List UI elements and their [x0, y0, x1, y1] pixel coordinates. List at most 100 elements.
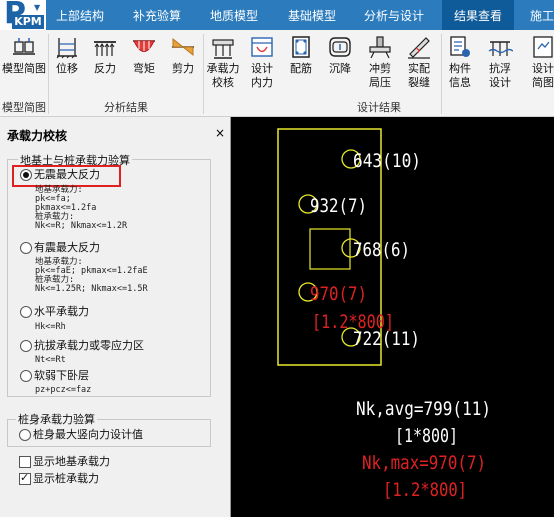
app-window: P KPM ▼ 上部结构 补充验算 地质模型 基础模型 分析与设计 结果查看 施…	[0, 0, 554, 517]
shear-button[interactable]: 剪力	[168, 34, 198, 76]
model-sketch-label: 模型简图	[2, 62, 46, 75]
bearing-check-text: 承载力 校核	[206, 62, 240, 89]
model-sketch-button[interactable]: 模型简图	[2, 34, 46, 76]
reaction-icon	[94, 41, 116, 56]
radio-button[interactable]	[19, 429, 31, 441]
formula-block: 地基承载力: pk<=faE; pkmax<=1.2faE 桩承载力: Nk<=…	[35, 258, 148, 294]
tab-geology-model[interactable]: 地质模型	[210, 0, 258, 30]
displacement-label: 位移	[56, 62, 78, 75]
anti-float-button[interactable]: 抗浮 设计	[484, 34, 516, 90]
option-label: 抗拔承载力或零应力区	[34, 339, 144, 352]
bearing-check-button[interactable]: 承载力 校核	[205, 34, 241, 90]
option-label: 水平承载力	[34, 305, 89, 318]
column-outline	[309, 228, 351, 270]
tab-supplementary-check[interactable]: 补充验算	[133, 0, 181, 30]
option-label: 桩身最大竖向力设计值	[33, 428, 143, 441]
panel-title: 承载力校核	[7, 129, 68, 143]
pkpm-logo[interactable]: P KPM ▼	[0, 0, 46, 31]
formula-block: Hk<=Rh	[35, 323, 66, 332]
reinforcement-button[interactable]: 配筋	[286, 34, 316, 76]
radio-button[interactable]	[20, 169, 32, 181]
radio-button[interactable]	[20, 242, 32, 254]
design-force-label: 设计 内力	[251, 62, 273, 89]
punching-label: 冲剪 局压	[369, 62, 391, 89]
shear-label: 剪力	[172, 62, 194, 75]
design-force-button[interactable]: 设计 内力	[246, 34, 278, 90]
pile-body-check-title: 桩身承载力验算	[16, 411, 97, 427]
checkbox-label: 显示地基承载力	[33, 455, 110, 468]
bearing-check-icon	[212, 39, 234, 59]
checkbox-label: 显示桩承载力	[33, 472, 99, 485]
member-info-button[interactable]: 构件 信息	[444, 34, 476, 90]
formula-line: Nk<=R; Nkmax<=1.2R	[35, 221, 128, 231]
reinforcement-icon	[292, 36, 310, 58]
bearing-check-label: 承载力 校核	[205, 62, 241, 90]
design-sketch-label: 设计 简图	[532, 62, 554, 89]
option-label: 有震最大反力	[34, 241, 100, 254]
member-info-label: 构件 信息	[449, 62, 471, 89]
moment-icon	[133, 40, 155, 52]
close-icon[interactable]: ×	[215, 126, 225, 140]
model-sketch-icon	[13, 38, 35, 55]
punching-button[interactable]: 冲剪 局压	[364, 34, 396, 90]
canvas-drawing[interactable]: 643(10) 932(7) 768(6) 970(7) [1.2*800] 7…	[231, 117, 554, 517]
tab-construction[interactable]: 施工	[530, 0, 554, 30]
formula-line: Nt<=Rt	[35, 355, 66, 365]
moment-button[interactable]: 弯矩	[129, 34, 159, 76]
crack-icon	[408, 37, 430, 59]
crack-label: 实配 裂缝	[408, 62, 430, 89]
tab-result-view[interactable]: 结果查看	[442, 0, 514, 30]
drawing-canvas[interactable]: 643(10) 932(7) 768(6) 970(7) [1.2*800] 7…	[231, 117, 554, 517]
tab-upper-structure[interactable]: 上部结构	[56, 0, 104, 30]
formula-line: pz+pcz<=faz	[35, 385, 92, 395]
max-force-label: Nk,max=970(7)	[362, 452, 486, 474]
avg-capacity-label: [1*800]	[395, 425, 458, 447]
chevron-down-icon: ▼	[34, 3, 41, 12]
pile-force-label: 722(11)	[353, 328, 420, 350]
moment-label: 弯矩	[133, 62, 155, 75]
menu-bar: P KPM ▼ 上部结构 补充验算 地质模型 基础模型 分析与设计 结果查看 施…	[0, 0, 554, 31]
settlement-label: 沉降	[329, 62, 351, 75]
pile-force-label: 932(7)	[310, 195, 367, 217]
displacement-icon	[56, 38, 77, 59]
reaction-label: 反力	[94, 62, 116, 75]
reinforcement-label: 配筋	[290, 62, 312, 75]
ribbon: 模型简图 位移 反力 弯矩 剪力 承载力 校核 设计 内力 配筋 沉降 冲剪 局…	[0, 30, 554, 117]
group-label-design: 设计结果	[357, 101, 401, 114]
checkbox[interactable]	[19, 456, 31, 468]
group-label-analysis: 分析结果	[104, 101, 148, 114]
formula-block: pz+pcz<=faz	[35, 386, 91, 395]
tab-foundation-model[interactable]: 基础模型	[288, 0, 336, 30]
design-sketch-icon	[533, 36, 553, 58]
radio-button[interactable]	[20, 370, 32, 382]
formula-line: Hk<=Rh	[35, 322, 66, 332]
displacement-button[interactable]: 位移	[52, 34, 82, 76]
radio-button[interactable]	[20, 340, 32, 352]
punching-icon	[369, 36, 391, 59]
design-force-icon	[251, 37, 273, 57]
bearing-check-panel: 承载力校核 × 地基土与桩承载力验算 无震最大反力 地基承载力: pk<=fa;…	[0, 117, 231, 517]
option-label: 软弱下卧层	[34, 369, 89, 382]
tab-analysis-design[interactable]: 分析与设计	[364, 0, 424, 30]
logo-sub-text: KPM	[12, 15, 44, 29]
formula-block: Nt<=Rt	[35, 356, 66, 365]
pile-force-label: 768(6)	[353, 239, 410, 261]
reaction-button[interactable]: 反力	[90, 34, 120, 76]
option-label: 无震最大反力	[34, 168, 100, 181]
crack-button[interactable]: 实配 裂缝	[403, 34, 435, 90]
group-label-model: 模型简图	[2, 101, 46, 114]
formula-line: Nk<=1.25R; Nkmax<=1.5R	[35, 284, 148, 294]
max-capacity-label: [1.2*800]	[383, 479, 467, 501]
avg-force-label: Nk,avg=799(11)	[356, 398, 491, 420]
checkbox[interactable]	[19, 471, 31, 485]
member-info-icon	[450, 36, 470, 57]
pile-force-label-warning: 970(7)	[310, 283, 367, 305]
formula-block: 地基承载力: pk<=fa; pkmax<=1.2fa 桩承载力: Nk<=R;…	[35, 186, 127, 231]
anti-float-icon	[488, 41, 513, 56]
settlement-button[interactable]: 沉降	[325, 34, 355, 76]
pile-force-label: 643(10)	[353, 150, 421, 172]
radio-button[interactable]	[20, 306, 32, 318]
settlement-icon	[329, 37, 351, 57]
design-sketch-button[interactable]: 设计 简图	[527, 34, 554, 90]
shear-icon	[172, 37, 194, 57]
